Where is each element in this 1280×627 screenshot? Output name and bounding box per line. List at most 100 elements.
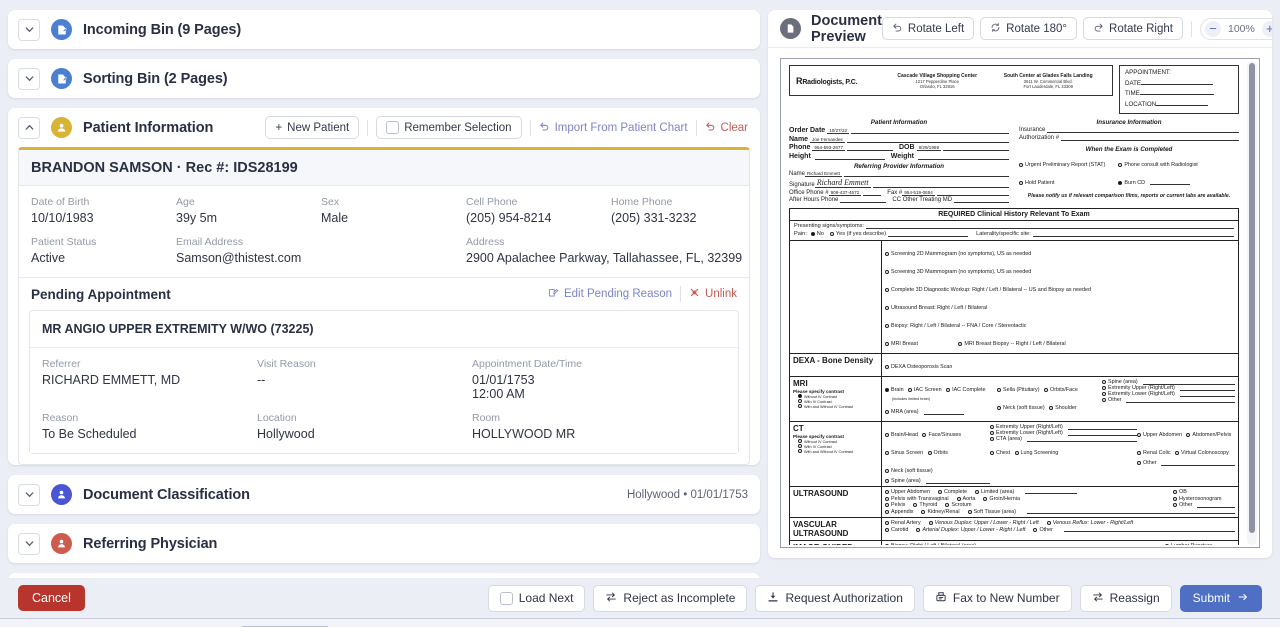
request-authorization-button[interactable]: Request Authorization <box>755 585 914 612</box>
zoom-out-button[interactable]: − <box>1205 21 1221 37</box>
doc-field-authorization: Authorization # <box>1019 135 1239 141</box>
field-email-address: Email Address Samson@thistest.com <box>176 236 466 265</box>
doc-field-signature: SignatureRichard Emmett <box>789 178 1009 188</box>
doc-option: Virtual Colonoscopy <box>1175 450 1229 456</box>
doc-modality-row-image-guided: IMAGE-GUIDED PROCEDURES Biopsy: Right / … <box>790 541 1238 545</box>
patient-field-row: Date of Birth 10/10/1983 Age 39y 5m Sex … <box>31 196 737 225</box>
doc-clinic-2: South Center at Glades Falls Landing 361… <box>990 73 1106 89</box>
reassign-button[interactable]: Reassign <box>1080 585 1172 612</box>
doc-option: CTA (area) <box>990 436 1137 442</box>
doc-option: Sinus Screen <box>885 450 923 456</box>
doc-category-name: CT Please specify contrast Without IV Co… <box>790 422 882 486</box>
field-reason: Reason To Be Scheduled <box>42 412 257 441</box>
doc-option: Burn CD <box>1118 180 1190 186</box>
rotate-left-button[interactable]: Rotate Left <box>882 17 974 40</box>
doc-field-phone-dob: Phone954-593-2677DOB8/29/1959 <box>789 144 1009 151</box>
checkbox-icon[interactable] <box>500 592 513 605</box>
doc-option: Phone consult with Radiologist <box>1118 162 1202 168</box>
cancel-button[interactable]: Cancel <box>18 585 85 611</box>
doc-option: Face/Sinuses <box>922 432 961 438</box>
doc-field-name: NameJoe Fernandes <box>789 136 1009 143</box>
section-title: Patient Information <box>83 120 213 136</box>
preview-toolbar: Rotate Left Rotate 180° Rotate Right − 1… <box>882 17 1272 40</box>
submit-button[interactable]: Submit <box>1180 585 1262 612</box>
doc-modality-row-mri: MRI Please specify contrast Without IV C… <box>790 377 1238 422</box>
doc-option: MRA (area) <box>885 409 964 415</box>
doc-option: Biopsy: Right / Left / Bilateral -- FNA … <box>885 323 1026 329</box>
section-header-sorting-bin[interactable]: Sorting Bin (2 Pages) <box>8 59 760 98</box>
doc-modality-table: Screening 2D Mammogram (no symptoms), US… <box>789 241 1239 545</box>
appointment-field-grid: Referrer RICHARD EMMETT, MD Visit Reason… <box>30 348 738 453</box>
field-patient-status: Patient Status Active <box>31 236 176 265</box>
doc-option: Other <box>1137 460 1235 466</box>
import-from-patient-chart-link[interactable]: Import From Patient Chart <box>539 121 688 135</box>
scrollbar-thumb[interactable] <box>1249 63 1255 533</box>
remember-selection-toggle[interactable]: Remember Selection <box>376 116 521 139</box>
reject-as-incomplete-button[interactable]: Reject as Incomplete <box>593 585 747 612</box>
section-header-document-classification[interactable]: Document Classification Hollywood • 01/0… <box>8 475 760 514</box>
action-bar: Cancel Load Next Reject as Incomplete Re… <box>0 578 1280 618</box>
chevron-down-icon[interactable] <box>18 533 40 555</box>
load-next-toggle[interactable]: Load Next <box>488 585 586 612</box>
doc-modality-row-breast: Screening 2D Mammogram (no symptoms), US… <box>790 241 1238 354</box>
doc-option: Other <box>1102 397 1235 403</box>
chevron-down-icon[interactable] <box>18 68 40 90</box>
transfer-icon <box>1092 591 1104 606</box>
divider <box>1191 21 1192 37</box>
doc-option: Shoulder <box>1049 405 1077 411</box>
rotate-180-button[interactable]: Rotate 180° <box>980 17 1077 40</box>
patient-header-actions: + New Patient Remember Selection Import … <box>265 116 748 139</box>
clear-link[interactable]: Clear <box>705 121 748 135</box>
doc-option: MRI Breast <box>885 341 918 347</box>
new-patient-button[interactable]: + New Patient <box>265 116 359 139</box>
section-referring-physician[interactable]: Referring Physician <box>8 524 760 563</box>
section-header-incoming-bin[interactable]: Incoming Bin (9 Pages) <box>8 10 760 49</box>
doc-field-height-weight: HeightWeight <box>789 153 1009 160</box>
doc-letterhead: RRadiologists, P.C. Cascade Village Shop… <box>789 65 1113 96</box>
doc-modality-row-dexa: DEXA - Bone Density DEXA Osteoporosis Sc… <box>790 354 1238 377</box>
doc-option: Neck (soft tissue) <box>885 468 933 474</box>
document-preview-body: RRadiologists, P.C. Cascade Village Shop… <box>768 48 1272 558</box>
field-visit-reason: Visit Reason -- <box>257 358 472 401</box>
arrow-right-icon <box>1237 591 1249 606</box>
doc-required-history-title: REQUIRED Clinical History Relevant To Ex… <box>789 208 1239 221</box>
undo-icon <box>539 121 550 135</box>
field-age: Age 39y 5m <box>176 196 321 225</box>
rotate-left-icon <box>892 22 903 36</box>
section-header-referring-physician[interactable]: Referring Physician <box>8 524 760 563</box>
doc-category-name <box>790 241 882 353</box>
chevron-down-icon[interactable] <box>18 484 40 506</box>
doc-option: Extremity Lower (Right/Left) <box>1102 391 1235 397</box>
edit-pending-reason-link[interactable]: Edit Pending Reason <box>548 287 672 301</box>
section-title: Document Classification <box>83 487 250 503</box>
form-sections-pane: Incoming Bin (9 Pages) Sorting Bin (2 Pa… <box>0 0 768 578</box>
doc-option: Brain/Head <box>885 432 918 438</box>
document-scrollbar[interactable] <box>1247 61 1257 545</box>
order-description: MR ANGIO UPPER EXTREMITY W/WO (73225) <box>30 311 738 348</box>
unlink-link[interactable]: Unlink <box>689 287 737 301</box>
document-viewport[interactable]: RRadiologists, P.C. Cascade Village Shop… <box>780 58 1260 548</box>
section-document-classification[interactable]: Document Classification Hollywood • 01/0… <box>8 475 760 514</box>
doc-option: IAC Complete <box>946 387 986 393</box>
section-incoming-bin[interactable]: Incoming Bin (9 Pages) <box>8 10 760 49</box>
doc-modality-row-ct: CT Please specify contrast Without IV Co… <box>790 422 1238 487</box>
reset-icon <box>705 121 716 135</box>
doc-logo: RRadiologists, P.C. <box>796 76 884 86</box>
rotate-180-icon <box>990 22 1001 36</box>
doc-clinic-1: Cascade Village Shopping Center 1217 Pep… <box>884 73 990 89</box>
fax-icon <box>935 591 947 606</box>
section-header-patient-information[interactable]: Patient Information + New Patient Rememb… <box>8 108 760 147</box>
doc-category-name: ULTRASOUND <box>790 487 882 517</box>
chevron-down-icon[interactable] <box>18 19 40 41</box>
classification-meta: Hollywood • 01/01/1753 <box>627 489 748 501</box>
rotate-right-button[interactable]: Rotate Right <box>1083 17 1183 40</box>
section-sorting-bin[interactable]: Sorting Bin (2 Pages) <box>8 59 760 98</box>
field-sex: Sex Male <box>321 196 466 225</box>
document-edit-icon <box>51 19 72 40</box>
chevron-up-icon[interactable] <box>18 117 40 139</box>
checkbox-icon[interactable] <box>386 121 399 134</box>
divider <box>530 120 531 136</box>
pending-appointment-title: Pending Appointment <box>31 287 171 302</box>
fax-to-new-number-button[interactable]: Fax to New Number <box>923 585 1072 612</box>
zoom-in-button[interactable]: + <box>1262 21 1272 37</box>
